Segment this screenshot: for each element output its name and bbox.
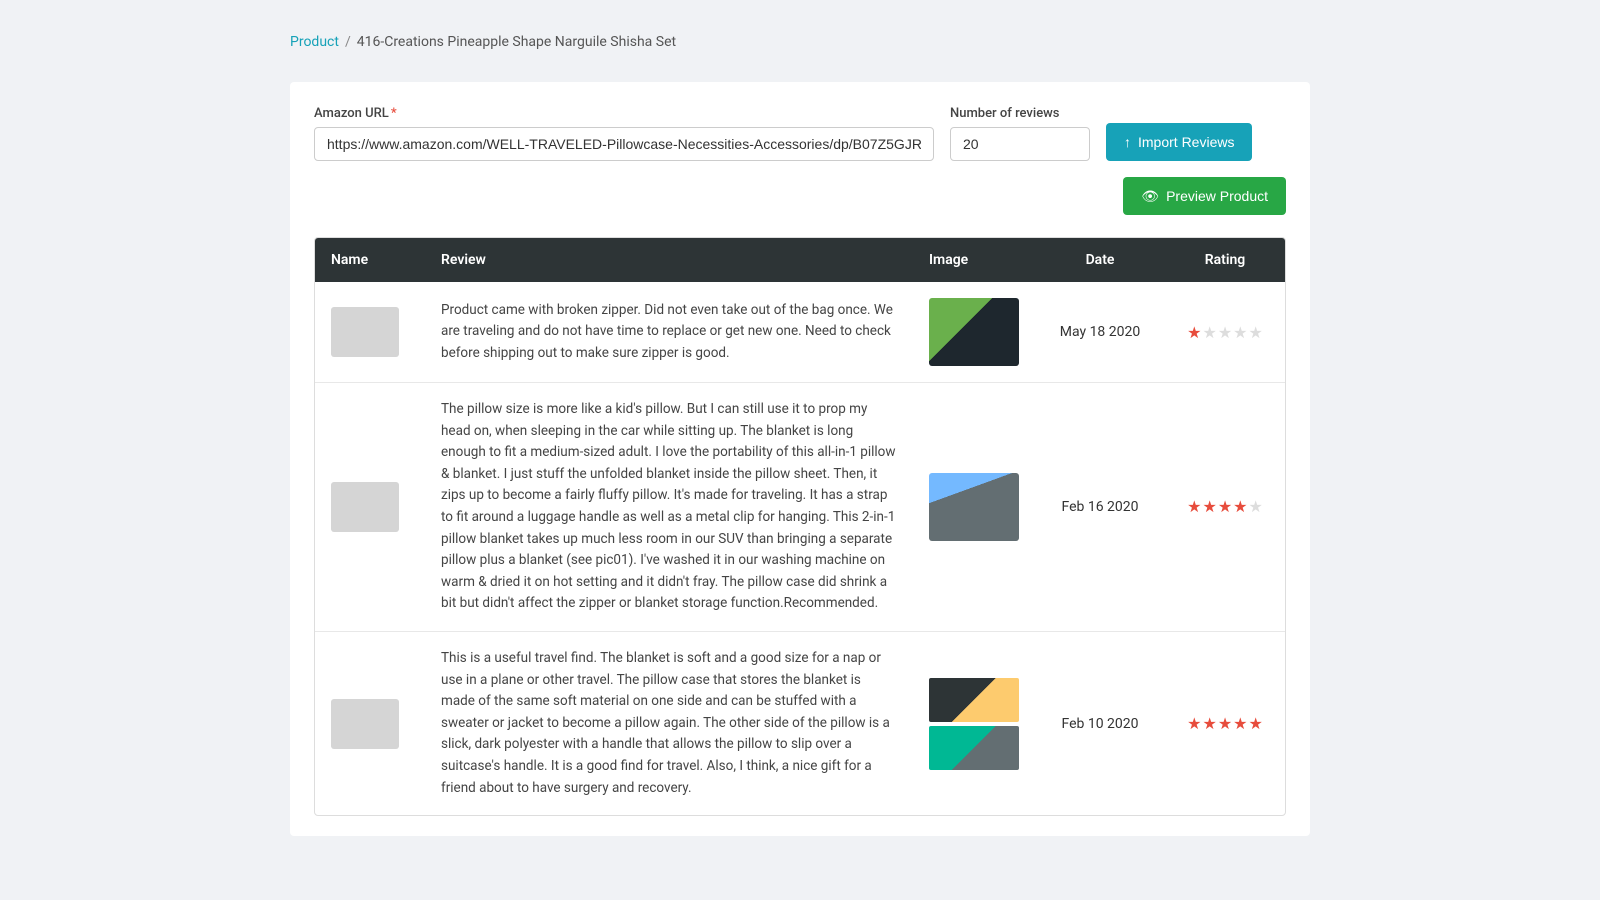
reviews-table: Name Review Image Date Rating Pro	[315, 238, 1285, 815]
amazon-url-label: Amazon URL*	[314, 106, 934, 121]
reviewer-avatar-cell	[315, 282, 425, 383]
breadcrumb-separator: /	[345, 34, 351, 50]
review-text-cell: This is a useful travel find. The blanke…	[425, 631, 913, 815]
reviewer-avatar-cell	[315, 631, 425, 815]
review-text: Product came with broken zipper. Did not…	[441, 302, 893, 361]
table-row: Product came with broken zipper. Did not…	[315, 282, 1285, 383]
star-2: ★	[1202, 323, 1216, 342]
breadcrumb-link[interactable]: Product	[290, 34, 339, 50]
review-image	[929, 298, 1019, 366]
review-image-bottom	[929, 726, 1019, 770]
table-row: This is a useful travel find. The blanke…	[315, 631, 1285, 815]
preview-row: Preview Product	[314, 177, 1286, 227]
num-reviews-input[interactable]	[950, 127, 1090, 161]
reviewer-avatar-cell	[315, 383, 425, 632]
num-reviews-group: Number of reviews	[950, 106, 1090, 161]
import-reviews-button[interactable]: Import Reviews	[1106, 123, 1252, 161]
col-header-review: Review	[425, 238, 913, 282]
review-date-cell: May 18 2020	[1035, 282, 1165, 383]
col-header-name: Name	[315, 238, 425, 282]
review-image-cell	[913, 282, 1035, 383]
preview-product-label: Preview Product	[1166, 188, 1268, 204]
review-image-double	[929, 678, 1019, 770]
review-image-cell	[913, 631, 1035, 815]
amazon-url-input[interactable]	[314, 127, 934, 161]
star-4: ★	[1233, 497, 1247, 516]
review-image-top	[929, 678, 1019, 722]
star-3: ★	[1218, 714, 1232, 733]
star-5: ★	[1249, 497, 1263, 516]
col-header-image: Image	[913, 238, 1035, 282]
review-text: This is a useful travel find. The blanke…	[441, 650, 890, 796]
avatar-placeholder	[331, 482, 399, 532]
star-3: ★	[1218, 497, 1232, 516]
preview-product-button[interactable]: Preview Product	[1123, 177, 1286, 215]
review-image-cell	[913, 383, 1035, 632]
avatar-placeholder	[331, 307, 399, 357]
star-4: ★	[1233, 714, 1247, 733]
review-image	[929, 473, 1019, 541]
eye-icon	[1141, 188, 1159, 205]
review-text-cell: The pillow size is more like a kid's pil…	[425, 383, 913, 632]
star-5: ★	[1249, 714, 1263, 733]
review-rating-cell: ★ ★ ★ ★ ★	[1165, 282, 1285, 383]
review-date-cell: Feb 16 2020	[1035, 383, 1165, 632]
breadcrumb: Product / 416-Creations Pineapple Shape …	[290, 20, 1310, 64]
col-header-date: Date	[1035, 238, 1165, 282]
required-star: *	[391, 106, 397, 121]
table-row: The pillow size is more like a kid's pil…	[315, 383, 1285, 632]
star-rating: ★ ★ ★ ★ ★	[1187, 714, 1263, 733]
form-row: Amazon URL* Number of reviews Import Rev…	[314, 106, 1286, 161]
reviews-table-container: Name Review Image Date Rating Pro	[314, 237, 1286, 816]
breadcrumb-current: 416-Creations Pineapple Shape Narguile S…	[357, 34, 676, 50]
review-date: May 18 2020	[1060, 324, 1141, 340]
star-3: ★	[1218, 323, 1232, 342]
col-header-rating: Rating	[1165, 238, 1285, 282]
review-date-cell: Feb 10 2020	[1035, 631, 1165, 815]
review-rating-cell: ★ ★ ★ ★ ★	[1165, 631, 1285, 815]
form-section: Amazon URL* Number of reviews Import Rev…	[290, 82, 1310, 836]
star-1: ★	[1187, 497, 1201, 516]
star-1: ★	[1187, 323, 1201, 342]
review-date: Feb 16 2020	[1061, 499, 1138, 515]
review-date: Feb 10 2020	[1061, 716, 1138, 732]
amazon-url-group: Amazon URL*	[314, 106, 934, 161]
import-reviews-label: Import Reviews	[1138, 134, 1234, 150]
star-5: ★	[1249, 323, 1263, 342]
table-header-row: Name Review Image Date Rating	[315, 238, 1285, 282]
num-reviews-label: Number of reviews	[950, 106, 1090, 121]
star-2: ★	[1202, 497, 1216, 516]
avatar-placeholder	[331, 699, 399, 749]
star-rating: ★ ★ ★ ★ ★	[1187, 497, 1263, 516]
review-text-cell: Product came with broken zipper. Did not…	[425, 282, 913, 383]
upload-icon	[1124, 134, 1131, 150]
star-4: ★	[1233, 323, 1247, 342]
star-1: ★	[1187, 714, 1201, 733]
star-rating: ★ ★ ★ ★ ★	[1187, 323, 1263, 342]
star-2: ★	[1202, 714, 1216, 733]
review-rating-cell: ★ ★ ★ ★ ★	[1165, 383, 1285, 632]
review-text: The pillow size is more like a kid's pil…	[441, 401, 896, 611]
